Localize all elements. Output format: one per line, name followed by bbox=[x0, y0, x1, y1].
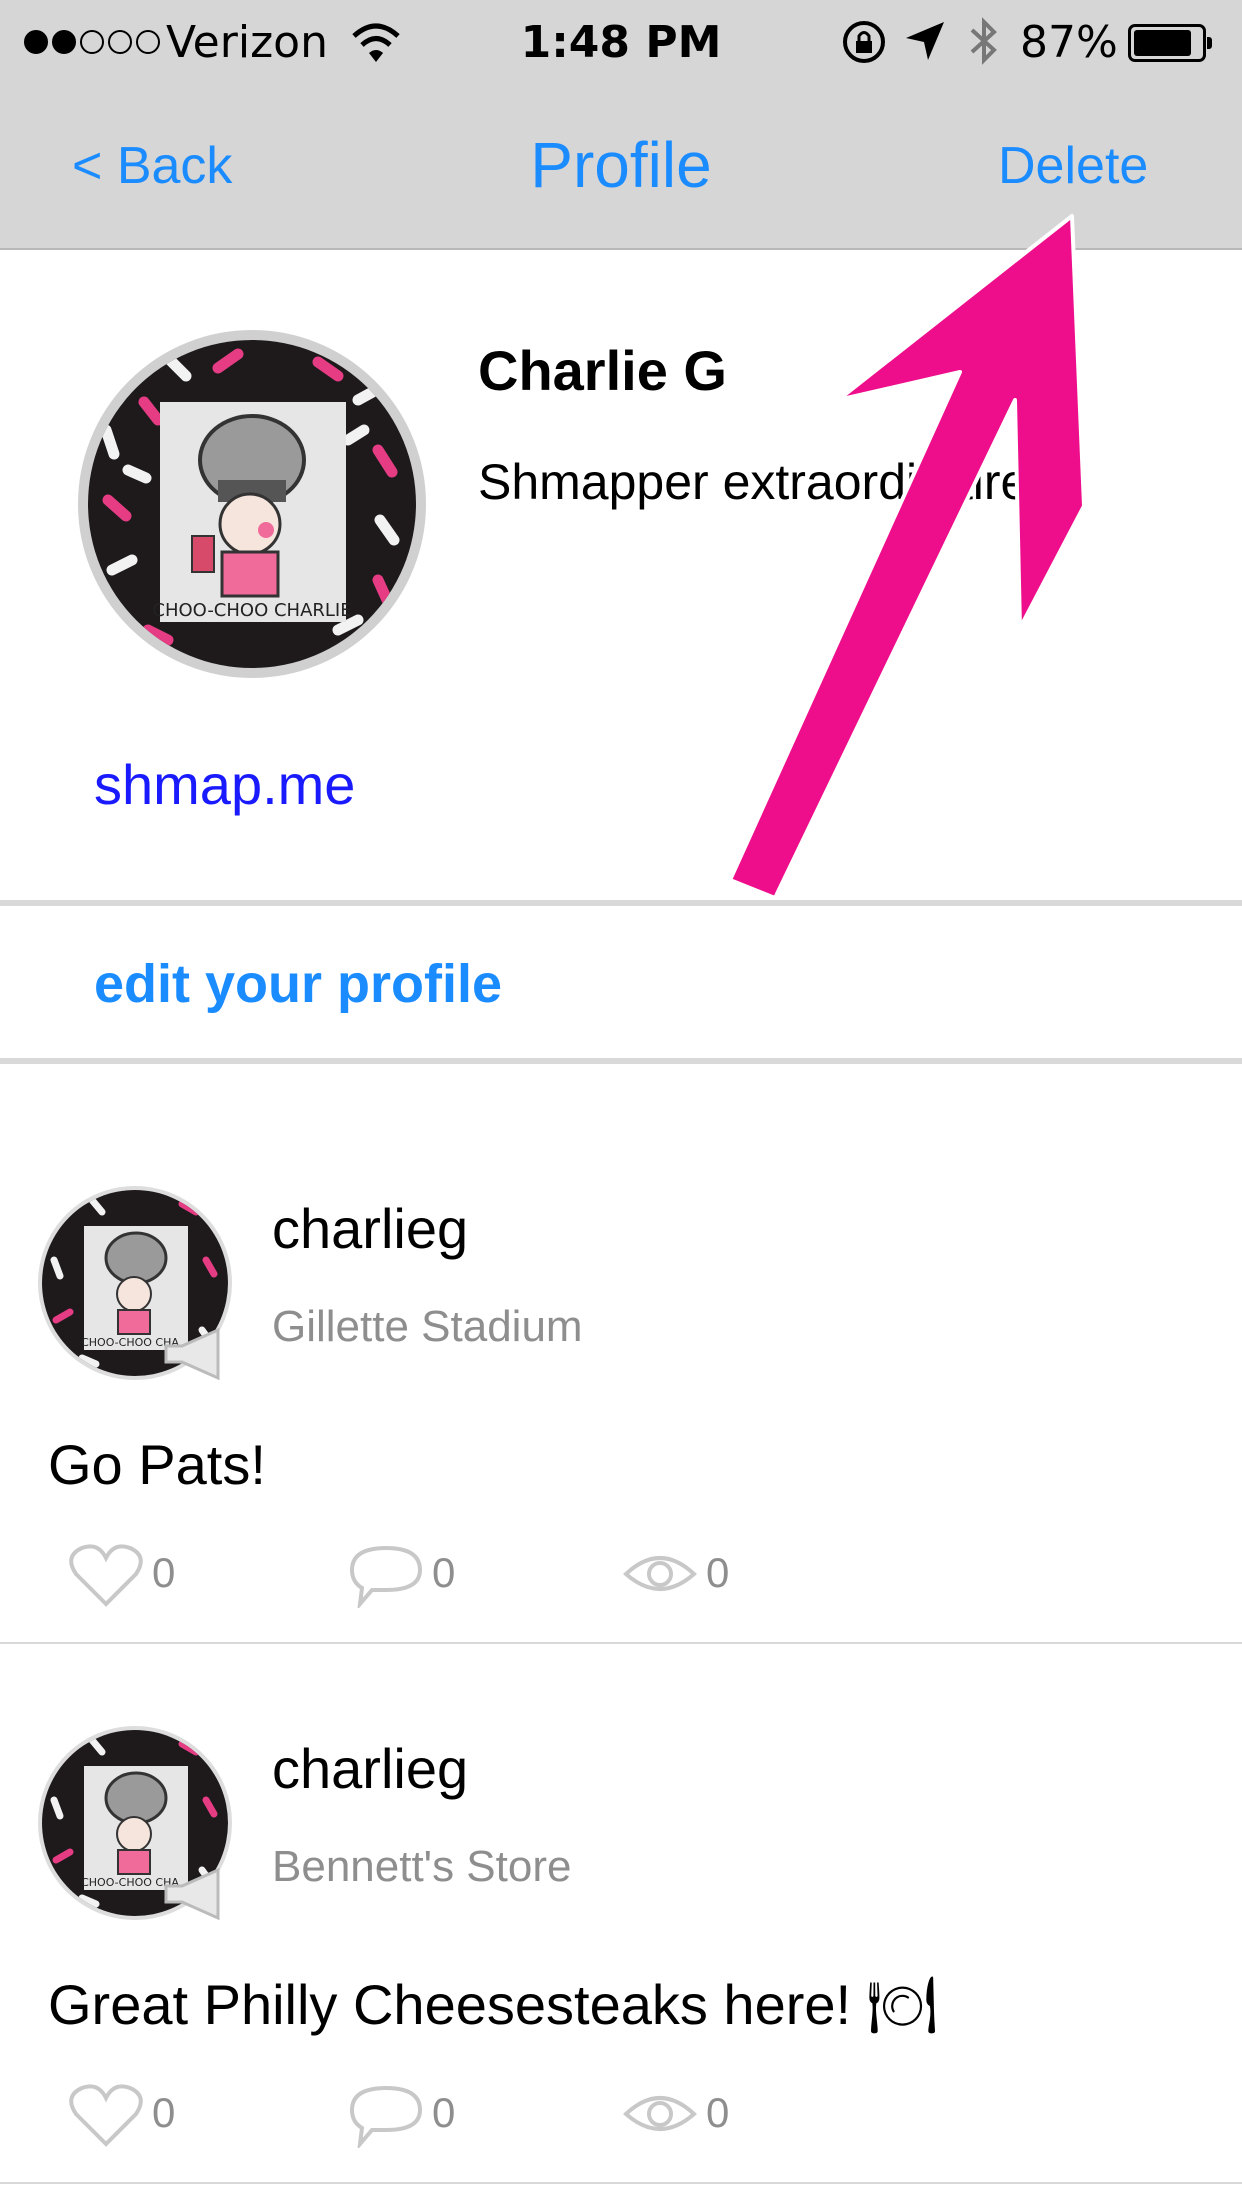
divider bbox=[0, 900, 1242, 906]
top-bar: Verizon 1:48 PM 87% < Back Profile Delet… bbox=[0, 0, 1242, 250]
battery-icon bbox=[1128, 24, 1212, 62]
comment-bubble-icon bbox=[349, 1545, 423, 1608]
svg-text:CHOO-CHOO CHARLIE: CHOO-CHOO CHARLIE bbox=[152, 600, 351, 621]
eye-icon bbox=[623, 1556, 697, 1591]
profile-avatar: CHOO-CHOO CHARLIE bbox=[78, 330, 426, 678]
post-card[interactable]: CHOO-CHOO CHA charlieg Bennett's Store G… bbox=[0, 1644, 1242, 2184]
like-button[interactable]: 0 bbox=[68, 1538, 208, 1608]
comment-bubble-icon bbox=[349, 2085, 423, 2148]
profile-name: Charlie G bbox=[478, 339, 727, 402]
like-count: 0 bbox=[152, 1549, 176, 1596]
location-arrow-icon bbox=[906, 22, 944, 60]
eye-icon bbox=[623, 2096, 697, 2131]
comment-button[interactable]: 0 bbox=[348, 2078, 488, 2148]
post-location[interactable]: Bennett's Store bbox=[272, 1840, 571, 1894]
like-count: 0 bbox=[152, 2089, 176, 2136]
post-text: Great Philly Cheesesteaks here! 🍽 bbox=[48, 1973, 938, 2036]
post-actions: 0 0 0 bbox=[68, 1538, 968, 1608]
rotation-lock-icon bbox=[843, 21, 885, 63]
divider bbox=[0, 1058, 1242, 1064]
profile-website-link[interactable]: shmap.me bbox=[94, 752, 355, 818]
heart-icon bbox=[69, 1544, 143, 1607]
view-count: 0 bbox=[706, 2089, 730, 2136]
like-button[interactable]: 0 bbox=[68, 2078, 208, 2148]
heart-icon bbox=[69, 2084, 143, 2147]
comment-count: 0 bbox=[432, 2089, 456, 2136]
profile-bio: Shmapper extraordinaire. bbox=[478, 454, 1043, 510]
post-card[interactable]: CHOO-CHOO CHA charlieg Gillette Stadium … bbox=[0, 1104, 1242, 1644]
post-username[interactable]: charlieg bbox=[272, 1196, 468, 1262]
view-count: 0 bbox=[706, 1549, 730, 1596]
comment-count: 0 bbox=[432, 1549, 456, 1596]
bluetooth-icon bbox=[970, 17, 997, 65]
delete-button[interactable]: Delete bbox=[998, 136, 1148, 196]
post-text: Go Pats! bbox=[48, 1433, 266, 1496]
post-actions: 0 0 0 bbox=[68, 2078, 968, 2148]
post-location[interactable]: Gillette Stadium bbox=[272, 1300, 583, 1354]
views-indicator: 0 bbox=[622, 1538, 762, 1608]
megaphone-icon bbox=[164, 1867, 220, 1921]
edit-profile-button[interactable]: edit your profile bbox=[94, 952, 502, 1016]
comment-button[interactable]: 0 bbox=[348, 1538, 488, 1608]
battery-percent: 87% bbox=[1020, 17, 1118, 68]
status-bar: Verizon 1:48 PM 87% bbox=[0, 0, 1242, 86]
choo-choo-charlie-avatar-image: CHOO-CHOO CHARLIE bbox=[88, 340, 416, 668]
views-indicator: 0 bbox=[622, 2078, 762, 2148]
post-username[interactable]: charlieg bbox=[272, 1736, 468, 1802]
profile-screen: Verizon 1:48 PM 87% < Back Profile Delet… bbox=[0, 0, 1242, 2208]
megaphone-icon bbox=[164, 1327, 220, 1381]
